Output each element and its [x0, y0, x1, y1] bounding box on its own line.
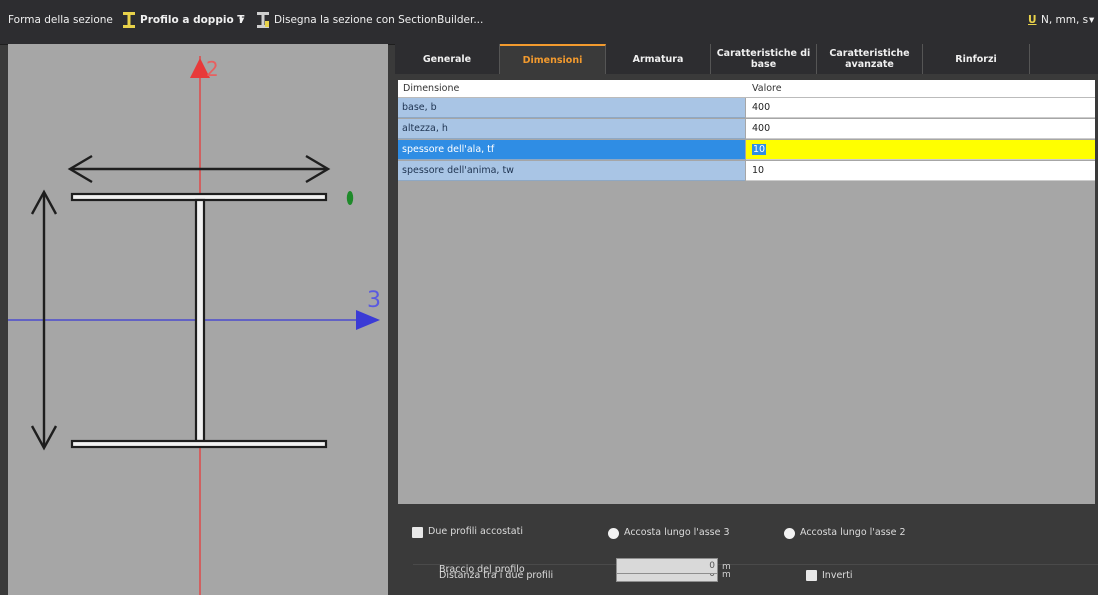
row-name: altezza, h: [398, 119, 745, 139]
centroid-marker-icon: [346, 191, 354, 205]
two-profiles-label: Due profili accostati: [428, 526, 523, 537]
along-axis-2-label: Accosta lungo l'asse 2: [800, 527, 906, 538]
dimensions-grid: Dimensione Valore base, b 400 altezza, h…: [398, 80, 1095, 504]
section-shape-label: Forma della sezione: [8, 14, 113, 26]
profile-dropdown[interactable]: Profilo a doppio T: [140, 14, 244, 26]
i-beam-icon: [123, 12, 135, 28]
invert-label: Inverti: [822, 570, 853, 581]
top-toolbar: Forma della sezione Profilo a doppio T ▾…: [0, 0, 1098, 45]
properties-panel: Generale Dimensioni Armatura Caratterist…: [395, 44, 1098, 595]
along-axis-2-radio[interactable]: [784, 528, 795, 539]
tab-rinforzi[interactable]: Rinforzi: [923, 44, 1030, 74]
column-header-valore: Valore: [752, 83, 782, 94]
along-axis-3-radio[interactable]: [608, 528, 619, 539]
row-name: spessore dell'ala, tf: [398, 140, 745, 160]
tab-armatura[interactable]: Armatura: [606, 44, 711, 74]
tab-caratteristiche-base[interactable]: Caratteristiche di base: [711, 44, 817, 74]
tab-generale[interactable]: Generale: [395, 44, 500, 74]
tab-dimensioni[interactable]: Dimensioni: [500, 44, 606, 74]
profile-options: Due profili accostati Accosta lungo l'as…: [395, 506, 1098, 595]
row-name: spessore dell'anima, tw: [398, 161, 745, 181]
tab-bar: Generale Dimensioni Armatura Caratterist…: [395, 44, 1098, 74]
row-value-input[interactable]: 400: [746, 98, 1095, 118]
grid-header: Dimensione Valore: [398, 80, 1095, 98]
units-chevron-icon[interactable]: ▾: [1089, 14, 1094, 26]
along-axis-3-label: Accosta lungo l'asse 3: [624, 527, 730, 538]
arm-input[interactable]: 0: [616, 558, 718, 574]
table-row-selected[interactable]: spessore dell'ala, tf 10: [398, 140, 1095, 160]
table-row[interactable]: spessore dell'anima, tw 10: [398, 161, 1095, 181]
chevron-down-icon[interactable]: ▾: [239, 14, 244, 26]
section-builder-icon: [257, 12, 269, 28]
units-selector[interactable]: N, mm, s: [1041, 14, 1088, 26]
arm-label: Braccio del profilo: [439, 564, 525, 575]
two-profiles-checkbox[interactable]: [412, 527, 423, 538]
units-icon[interactable]: U: [1028, 14, 1037, 26]
table-row[interactable]: base, b 400: [398, 98, 1095, 118]
row-name: base, b: [398, 98, 745, 118]
row-value-editor[interactable]: 10: [746, 140, 1095, 160]
table-row[interactable]: altezza, h 400: [398, 119, 1095, 139]
invert-checkbox[interactable]: [806, 570, 817, 581]
tab-caratteristiche-avanzate[interactable]: Caratteristiche avanzate: [817, 44, 923, 74]
axis-3-arrow: [356, 310, 380, 330]
column-header-dimensione: Dimensione: [403, 83, 460, 94]
selected-value-text: 10: [752, 144, 767, 155]
axis-3-label: 3: [367, 288, 381, 313]
width-dimension-arrow: [67, 154, 331, 184]
section-preview[interactable]: 2 3: [8, 44, 388, 595]
section-builder-link[interactable]: Disegna la sezione con SectionBuilder...: [274, 14, 483, 26]
axis-2-label: 2: [206, 57, 219, 81]
arm-unit: m: [722, 562, 731, 572]
row-value-input[interactable]: 400: [746, 119, 1095, 139]
row-value-input[interactable]: 10: [746, 161, 1095, 181]
